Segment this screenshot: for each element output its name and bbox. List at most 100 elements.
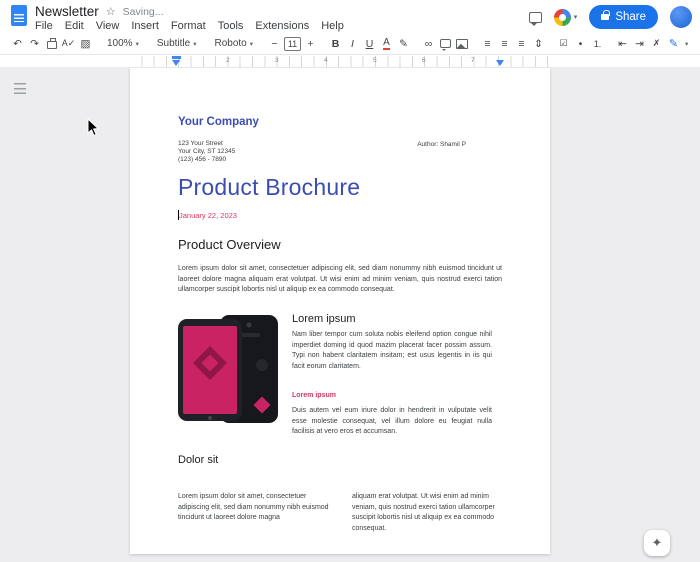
font-size-decrease-button[interactable]: −: [267, 35, 282, 52]
redo-button[interactable]: ↷: [27, 35, 42, 52]
chevron-down-icon: ▾: [250, 40, 253, 48]
line-spacing-button[interactable]: ⇕: [531, 35, 546, 52]
explore-icon: ✦: [652, 535, 663, 551]
explore-button[interactable]: ✦: [644, 530, 670, 556]
align-left-button[interactable]: ≡: [480, 35, 495, 52]
clear-formatting-button[interactable]: ✗: [649, 35, 664, 52]
app-header: Newsletter ☆ Saving... File Edit View In…: [0, 0, 700, 33]
zoom-dropdown[interactable]: 100% ▾: [103, 35, 143, 52]
menu-view[interactable]: View: [96, 20, 120, 32]
ruler-number: 4: [324, 57, 328, 64]
style-value: Subtitle: [157, 38, 190, 49]
menu-tools[interactable]: Tools: [218, 20, 244, 32]
paint-format-button[interactable]: ▨: [78, 35, 93, 52]
text-color-icon: A: [383, 38, 390, 50]
spellcheck-button[interactable]: A✓: [61, 35, 76, 52]
insert-link-button[interactable]: ∞: [421, 35, 436, 52]
toolbar: ↶ ↷ A✓ ▨ 100% ▾ Subtitle ▾ Roboto ▾ − + …: [0, 33, 700, 55]
document-page[interactable]: Your Company 123 Your Street Your City, …: [130, 68, 550, 554]
document-title[interactable]: Newsletter: [35, 4, 99, 19]
menu-help[interactable]: Help: [321, 20, 344, 32]
section-heading-overview[interactable]: Product Overview: [178, 237, 281, 252]
font-size-increase-button[interactable]: +: [303, 35, 318, 52]
right-indent-marker[interactable]: [496, 60, 504, 66]
numbered-list-button[interactable]: 1.: [590, 35, 605, 52]
increase-indent-button[interactable]: ⇥: [632, 35, 647, 52]
add-comment-button[interactable]: [438, 35, 453, 52]
font-size-input[interactable]: [284, 37, 301, 51]
lock-icon: [601, 14, 609, 20]
mouse-cursor: [86, 118, 99, 137]
feature-paragraph[interactable]: Nam liber tempor cum soluta nobis eleife…: [292, 330, 492, 372]
ruler-number: 3: [275, 57, 279, 64]
menu-extensions[interactable]: Extensions: [255, 20, 309, 32]
chevron-down-icon: ▾: [136, 40, 139, 48]
menu-edit[interactable]: Edit: [65, 20, 84, 32]
text-color-button[interactable]: A: [379, 35, 394, 52]
document-canvas: Your Company 123 Your Street Your City, …: [0, 67, 700, 562]
font-dropdown[interactable]: Roboto ▾: [210, 35, 257, 52]
align-right-button[interactable]: ≡: [514, 35, 529, 52]
ruler[interactable]: 1 2 3 4 5 6 7: [0, 56, 700, 67]
comment-history-icon[interactable]: [529, 12, 542, 23]
column-1-paragraph[interactable]: Lorem ipsum dolor sit amet, consectetuer…: [178, 492, 330, 524]
saving-status: Saving...: [123, 6, 164, 18]
image-icon: [456, 39, 468, 49]
menu-file[interactable]: File: [35, 20, 53, 32]
zoom-value: 100%: [107, 38, 133, 49]
styles-dropdown[interactable]: Subtitle ▾: [153, 35, 201, 52]
first-line-indent-marker[interactable]: [172, 56, 181, 59]
left-indent-marker[interactable]: [172, 60, 180, 66]
feature-subheading[interactable]: Lorem ipsum: [292, 392, 336, 399]
share-button[interactable]: Share: [589, 5, 658, 29]
highlight-color-button[interactable]: ✎: [396, 35, 411, 52]
overview-paragraph[interactable]: Lorem ipsum dolor sit amet, consectetuer…: [178, 264, 502, 296]
meet-icon: [554, 9, 571, 26]
address-line[interactable]: (123) 456 - 7890: [178, 156, 226, 164]
chevron-down-icon: ▾: [574, 13, 578, 21]
avatar[interactable]: [670, 6, 692, 28]
undo-button[interactable]: ↶: [10, 35, 25, 52]
print-icon: [47, 41, 57, 49]
feature-heading[interactable]: Lorem ipsum: [292, 313, 356, 325]
ruler-number: 6: [422, 57, 426, 64]
chevron-down-icon: ▾: [193, 40, 196, 48]
ruler-number: 7: [471, 57, 475, 64]
show-outline-button[interactable]: [10, 79, 30, 99]
menubar: File Edit View Insert Format Tools Exten…: [35, 20, 344, 32]
bulleted-list-button[interactable]: •: [573, 35, 588, 52]
italic-button[interactable]: I: [345, 35, 360, 52]
bold-button[interactable]: B: [328, 35, 343, 52]
menu-insert[interactable]: Insert: [131, 20, 159, 32]
editing-mode-button[interactable]: ✎: [666, 35, 681, 52]
outline-icon: [14, 83, 26, 95]
address-line[interactable]: 123 Your Street: [178, 140, 223, 148]
author-line[interactable]: Author: Shamil P: [417, 141, 466, 148]
column-2-paragraph[interactable]: aliquam erat volutpat. Ut wisi enim ad m…: [352, 492, 505, 534]
share-label: Share: [615, 11, 646, 23]
chevron-down-icon: ▾: [685, 40, 688, 48]
underline-button[interactable]: U: [362, 35, 377, 52]
date-line[interactable]: January 22, 2023: [179, 211, 237, 220]
menu-format[interactable]: Format: [171, 20, 206, 32]
insert-image-button[interactable]: [455, 35, 470, 52]
align-center-button[interactable]: ≡: [497, 35, 512, 52]
ruler-number: 2: [226, 57, 230, 64]
document-heading[interactable]: Product Brochure: [178, 174, 360, 201]
phone-illustration: [178, 313, 280, 425]
address-line[interactable]: Your City, ST 12345: [178, 148, 235, 156]
checklist-button[interactable]: ☑: [556, 35, 571, 52]
company-name[interactable]: Your Company: [178, 116, 259, 128]
decrease-indent-button[interactable]: ⇤: [615, 35, 630, 52]
ruler-number: 5: [373, 57, 377, 64]
feature-paragraph-2[interactable]: Duis autem vel eum iriure dolor in hendr…: [292, 406, 492, 438]
font-value: Roboto: [214, 38, 246, 49]
print-button[interactable]: [44, 35, 59, 52]
star-icon[interactable]: ☆: [106, 5, 116, 18]
ruler-strip: [130, 56, 550, 67]
comment-icon: [440, 39, 451, 48]
docs-logo-icon[interactable]: [11, 5, 27, 26]
section-heading-dolor[interactable]: Dolor sit: [178, 454, 218, 466]
phone-image[interactable]: [178, 313, 280, 430]
meet-button[interactable]: ▾: [554, 9, 578, 26]
